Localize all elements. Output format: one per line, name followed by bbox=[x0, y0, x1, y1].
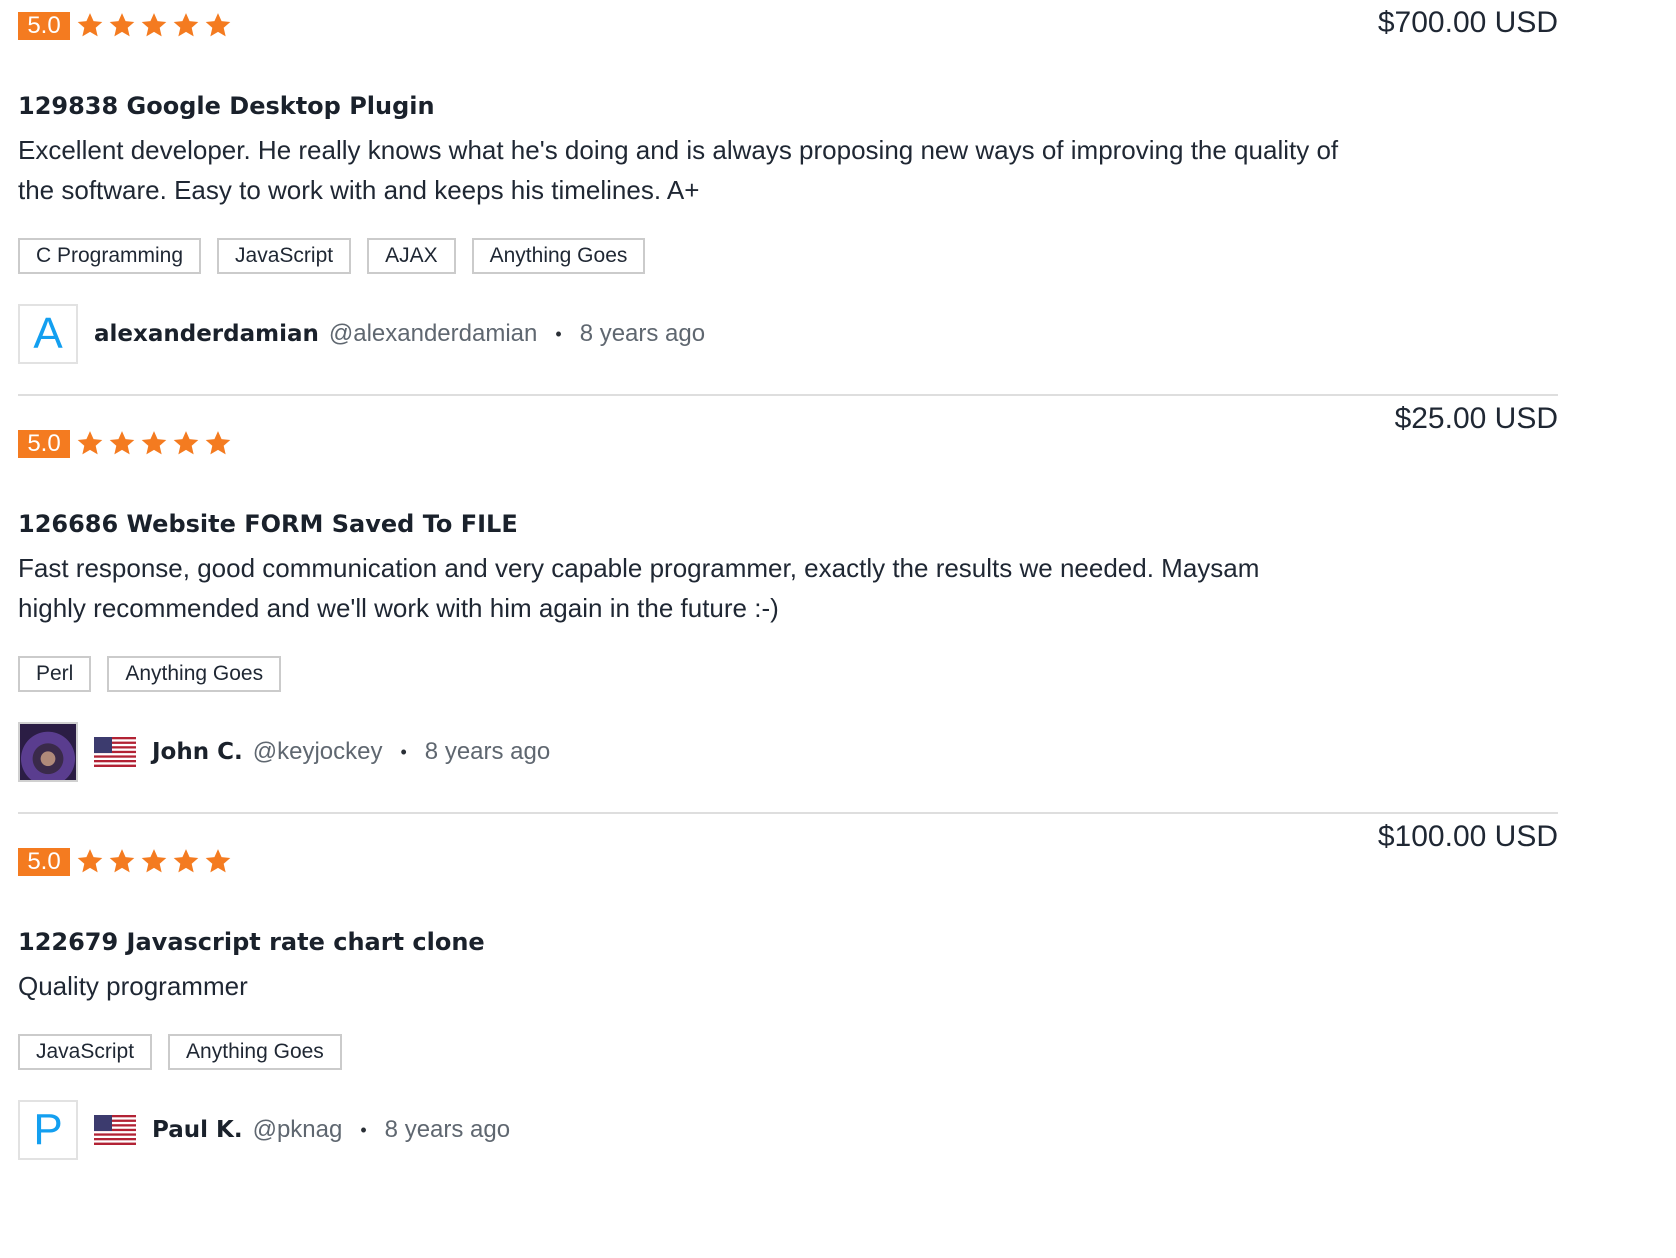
avatar[interactable]: A bbox=[18, 304, 78, 364]
review-time: 8 years ago bbox=[424, 738, 551, 765]
star-rating bbox=[76, 11, 236, 41]
review-comment: Excellent developer. He really knows wha… bbox=[18, 135, 1339, 205]
avatar[interactable]: P bbox=[18, 1100, 78, 1160]
skill-tags: Perl Anything Goes bbox=[18, 656, 1558, 692]
skill-tag[interactable]: JavaScript bbox=[217, 238, 352, 274]
project-price: $25.00 USD bbox=[1394, 402, 1558, 435]
us-flag-icon bbox=[94, 1115, 136, 1145]
skill-tag[interactable]: Anything Goes bbox=[471, 238, 646, 274]
reviewer-handle: @keyjockey bbox=[252, 738, 383, 765]
review-time: 8 years ago bbox=[579, 320, 706, 347]
project-title: 122679 Javascript rate chart clone bbox=[18, 928, 485, 956]
project-title: 126686 Website FORM Saved To FILE bbox=[18, 510, 518, 538]
rating-row: 5.0 $700.00 USD bbox=[18, 0, 1558, 52]
star-icon bbox=[76, 847, 108, 877]
skill-tag[interactable]: Perl bbox=[18, 656, 92, 692]
review-card: 5.0 $25.00 USD 126686 Website FORM Saved… bbox=[18, 394, 1558, 812]
star-icon bbox=[172, 847, 204, 877]
star-icon bbox=[76, 11, 108, 41]
star-icon bbox=[172, 11, 204, 41]
reviews-list: 5.0 $700.00 USD 129838 Google Desktop Pl… bbox=[0, 0, 1676, 1190]
reviewer-name[interactable]: Paul K. bbox=[152, 1117, 243, 1143]
rating-badge: 5.0 bbox=[18, 430, 70, 458]
avatar[interactable] bbox=[18, 722, 78, 782]
star-icon bbox=[140, 11, 172, 41]
star-icon bbox=[108, 11, 140, 41]
star-rating bbox=[76, 429, 236, 459]
skill-tag[interactable]: JavaScript bbox=[18, 1034, 153, 1070]
skill-tag[interactable]: Anything Goes bbox=[168, 1034, 342, 1070]
rating-row: 5.0 $25.00 USD bbox=[18, 402, 1558, 470]
us-flag-icon bbox=[94, 737, 136, 767]
star-icon bbox=[108, 847, 140, 877]
project-price: $100.00 USD bbox=[1377, 820, 1558, 853]
star-icon bbox=[204, 847, 236, 877]
star-icon bbox=[140, 429, 172, 459]
skill-tag[interactable]: AJAX bbox=[367, 238, 456, 274]
review-card: 5.0 $700.00 USD 129838 Google Desktop Pl… bbox=[18, 0, 1558, 394]
separator-dot: • bbox=[360, 1119, 367, 1140]
skill-tags: JavaScript Anything Goes bbox=[18, 1034, 1558, 1070]
reviewer-name[interactable]: alexanderdamian bbox=[94, 321, 319, 347]
star-icon bbox=[172, 429, 204, 459]
separator-dot: • bbox=[400, 741, 407, 762]
reviewer-info: John C. @keyjockey • 8 years ago bbox=[18, 722, 1558, 812]
skill-tag[interactable]: Anything Goes bbox=[107, 656, 282, 692]
reviewer-info: P Paul K. @pknag • 8 years ago bbox=[18, 1100, 1558, 1190]
project-title: 129838 Google Desktop Plugin bbox=[18, 92, 435, 120]
review-card: 5.0 $100.00 USD 122679 Javascript rate c… bbox=[18, 812, 1558, 1190]
rating-badge: 5.0 bbox=[18, 848, 70, 876]
skill-tags: C Programming JavaScript AJAX Anything G… bbox=[18, 238, 1558, 274]
star-rating bbox=[76, 847, 236, 877]
reviewer-name[interactable]: John C. bbox=[152, 739, 243, 765]
star-icon bbox=[108, 429, 140, 459]
review-time: 8 years ago bbox=[384, 1116, 511, 1143]
review-comment: Fast response, good communication and ve… bbox=[18, 553, 1260, 623]
reviewer-handle: @pknag bbox=[252, 1116, 343, 1143]
star-icon bbox=[140, 847, 172, 877]
rating-badge: 5.0 bbox=[18, 12, 70, 40]
review-comment: Quality programmer bbox=[18, 971, 248, 1001]
star-icon bbox=[204, 11, 236, 41]
star-icon bbox=[76, 429, 108, 459]
star-icon bbox=[204, 429, 236, 459]
reviewer-handle: @alexanderdamian bbox=[328, 320, 538, 347]
separator-dot: • bbox=[555, 323, 562, 344]
skill-tag[interactable]: C Programming bbox=[18, 238, 202, 274]
rating-row: 5.0 $100.00 USD bbox=[18, 820, 1558, 888]
project-price: $700.00 USD bbox=[1377, 6, 1558, 39]
reviewer-info: A alexanderdamian @alexanderdamian • 8 y… bbox=[18, 304, 1558, 394]
